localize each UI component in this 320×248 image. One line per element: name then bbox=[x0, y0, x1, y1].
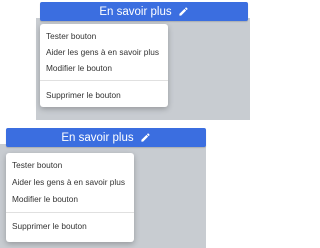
learn-more-button[interactable]: En savoir plus bbox=[40, 2, 248, 21]
menu-item-test-button[interactable]: Tester bouton bbox=[6, 157, 134, 174]
menu-item-test-button[interactable]: Tester bouton bbox=[40, 28, 168, 44]
menu-item-help-learn-more[interactable]: Aider les gens à en savoir plus bbox=[40, 44, 168, 60]
menu-item-edit-button[interactable]: Modifier le bouton bbox=[6, 191, 134, 208]
panel-bottom: En savoir plus Tester bouton Aider les g… bbox=[0, 124, 250, 248]
menu-item-help-learn-more[interactable]: Aider les gens à en savoir plus bbox=[6, 174, 134, 191]
menu-item-delete-button[interactable]: Supprimer le bouton bbox=[40, 87, 168, 103]
pencil-icon bbox=[178, 7, 188, 16]
button-options-menu: Tester bouton Aider les gens à en savoir… bbox=[6, 153, 134, 242]
menu-item-edit-button[interactable]: Modifier le bouton bbox=[40, 60, 168, 76]
learn-more-button[interactable]: En savoir plus bbox=[6, 128, 206, 147]
button-label: En savoir plus bbox=[99, 5, 172, 18]
pencil-icon bbox=[140, 133, 150, 142]
button-options-menu: Tester bouton Aider les gens à en savoir… bbox=[40, 24, 168, 107]
button-label: En savoir plus bbox=[61, 131, 134, 144]
panel-top: En savoir plus Tester bouton Aider les g… bbox=[0, 0, 250, 120]
screenshot-scene: En savoir plus Tester bouton Aider les g… bbox=[0, 0, 250, 248]
menu-item-delete-button[interactable]: Supprimer le bouton bbox=[6, 218, 134, 235]
menu-divider bbox=[40, 80, 168, 81]
menu-divider bbox=[6, 212, 134, 213]
